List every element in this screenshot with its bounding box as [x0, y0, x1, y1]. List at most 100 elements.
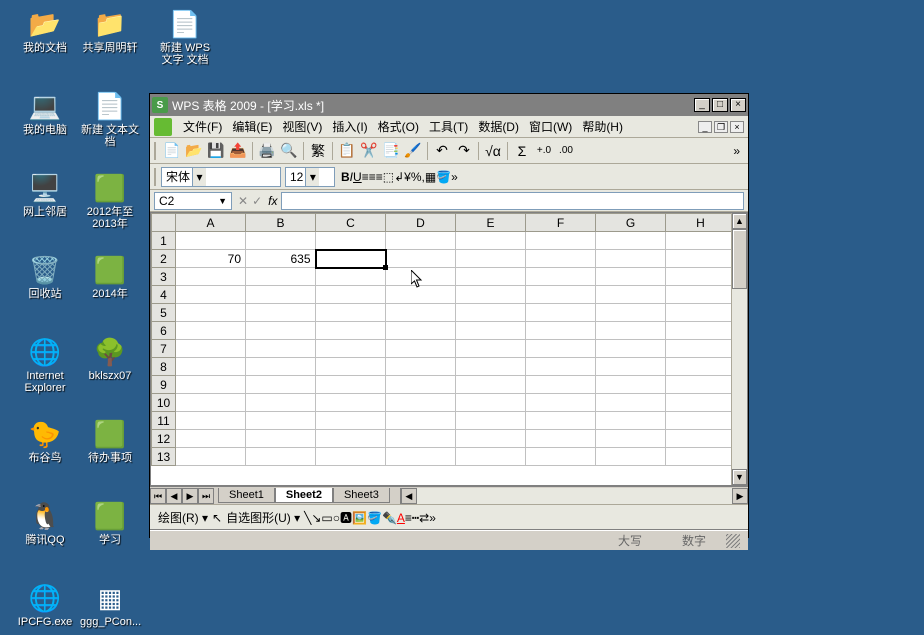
cell-H2[interactable]: [666, 250, 736, 268]
arrow-icon[interactable]: ↘: [311, 511, 321, 525]
menu-item[interactable]: 窗口(W): [524, 116, 577, 137]
cell-C9[interactable]: [316, 376, 386, 394]
align-center-icon[interactable]: ≡: [369, 170, 376, 184]
format-painter-icon[interactable]: 🖌️: [402, 140, 424, 162]
cell-G1[interactable]: [596, 232, 666, 250]
rect-icon[interactable]: ▭: [321, 511, 332, 525]
format-overflow-icon[interactable]: »: [451, 170, 458, 184]
col-header[interactable]: H: [666, 214, 736, 232]
desktop-icon[interactable]: 💻我的电脑: [15, 90, 75, 136]
traditional-icon[interactable]: 繁: [307, 140, 329, 162]
col-header[interactable]: E: [456, 214, 526, 232]
underline-icon[interactable]: U: [353, 170, 362, 184]
cell-D13[interactable]: [386, 448, 456, 466]
desktop-icon[interactable]: 🟩2014年: [80, 254, 140, 300]
desktop-icon[interactable]: 🗑️回收站: [15, 254, 75, 300]
cell-A9[interactable]: [176, 376, 246, 394]
paste-icon[interactable]: 📋: [336, 140, 358, 162]
cell-G6[interactable]: [596, 322, 666, 340]
cell-E9[interactable]: [456, 376, 526, 394]
cell-E2[interactable]: [456, 250, 526, 268]
cell-F13[interactable]: [526, 448, 596, 466]
menu-item[interactable]: 数据(D): [473, 116, 524, 137]
cell-A13[interactable]: [176, 448, 246, 466]
menu-item[interactable]: 格式(O): [373, 116, 424, 137]
fx-icon[interactable]: fx: [268, 194, 277, 208]
cell-H13[interactable]: [666, 448, 736, 466]
name-box[interactable]: C2▼: [154, 192, 232, 210]
cancel-formula-icon[interactable]: ✕: [238, 194, 248, 208]
cell-C12[interactable]: [316, 430, 386, 448]
col-header[interactable]: C: [316, 214, 386, 232]
cell-F4[interactable]: [526, 286, 596, 304]
cell-D5[interactable]: [386, 304, 456, 322]
sum-icon[interactable]: Σ: [511, 140, 533, 162]
desktop-icon[interactable]: 🐤布谷鸟: [15, 418, 75, 464]
cell-F1[interactable]: [526, 232, 596, 250]
row-header[interactable]: 11: [152, 412, 176, 430]
cell-E3[interactable]: [456, 268, 526, 286]
new-icon[interactable]: 📄: [161, 140, 183, 162]
maximize-button[interactable]: □: [712, 98, 728, 112]
cell-G10[interactable]: [596, 394, 666, 412]
col-header[interactable]: B: [246, 214, 316, 232]
col-header[interactable]: F: [526, 214, 596, 232]
row-header[interactable]: 4: [152, 286, 176, 304]
desktop-icon[interactable]: 🌐IPCFG.exe: [15, 582, 75, 628]
percent-icon[interactable]: %: [411, 170, 422, 184]
menu-item[interactable]: 工具(T): [424, 116, 473, 137]
col-header[interactable]: D: [386, 214, 456, 232]
close-button[interactable]: ×: [730, 98, 746, 112]
line-color-icon[interactable]: ✒️: [382, 511, 397, 525]
save-icon[interactable]: 💾: [205, 140, 227, 162]
col-header[interactable]: G: [596, 214, 666, 232]
cell-E1[interactable]: [456, 232, 526, 250]
inner-close-button[interactable]: ×: [730, 121, 744, 133]
cell-C2[interactable]: [316, 250, 386, 268]
desktop-icon[interactable]: 🐧腾讯QQ: [15, 500, 75, 546]
desktop-icon[interactable]: 📄新建 文本文档: [80, 90, 140, 148]
font-color-icon[interactable]: A: [397, 511, 405, 525]
cell-H10[interactable]: [666, 394, 736, 412]
formula-input[interactable]: [281, 192, 744, 210]
cell-G8[interactable]: [596, 358, 666, 376]
cell-F6[interactable]: [526, 322, 596, 340]
titlebar[interactable]: S WPS 表格 2009 - [学习.xls *] _ □ ×: [150, 94, 748, 116]
row-header[interactable]: 7: [152, 340, 176, 358]
cell-E8[interactable]: [456, 358, 526, 376]
cell-D7[interactable]: [386, 340, 456, 358]
cell-F5[interactable]: [526, 304, 596, 322]
cell-E12[interactable]: [456, 430, 526, 448]
cell-C13[interactable]: [316, 448, 386, 466]
insert-image-icon[interactable]: 🖼️: [352, 511, 367, 525]
cell-E7[interactable]: [456, 340, 526, 358]
cell-C6[interactable]: [316, 322, 386, 340]
cell-F9[interactable]: [526, 376, 596, 394]
row-header[interactable]: 6: [152, 322, 176, 340]
row-header[interactable]: 1: [152, 232, 176, 250]
cell-E6[interactable]: [456, 322, 526, 340]
desktop-icon[interactable]: 🟩2012年至2013年: [80, 172, 140, 230]
row-header[interactable]: 13: [152, 448, 176, 466]
cell-D9[interactable]: [386, 376, 456, 394]
scroll-down-button[interactable]: ▼: [732, 469, 747, 485]
cell-C8[interactable]: [316, 358, 386, 376]
cell-G13[interactable]: [596, 448, 666, 466]
preview-icon[interactable]: 🔍: [278, 140, 300, 162]
cell-E11[interactable]: [456, 412, 526, 430]
cell-G9[interactable]: [596, 376, 666, 394]
spreadsheet-grid[interactable]: ABCDEFGH1270635345678910111213 ▲ ▼: [150, 212, 748, 486]
menu-item[interactable]: 插入(I): [327, 116, 372, 137]
select-all-corner[interactable]: [152, 214, 176, 232]
cell-A5[interactable]: [176, 304, 246, 322]
cell-C3[interactable]: [316, 268, 386, 286]
cell-F7[interactable]: [526, 340, 596, 358]
cell-C11[interactable]: [316, 412, 386, 430]
cell-B10[interactable]: [246, 394, 316, 412]
cell-B11[interactable]: [246, 412, 316, 430]
scroll-right-button[interactable]: ▶: [732, 488, 748, 504]
arrow-style-icon[interactable]: ⇄: [419, 511, 429, 525]
copy-icon[interactable]: 📑: [380, 140, 402, 162]
cell-A6[interactable]: [176, 322, 246, 340]
cell-B13[interactable]: [246, 448, 316, 466]
